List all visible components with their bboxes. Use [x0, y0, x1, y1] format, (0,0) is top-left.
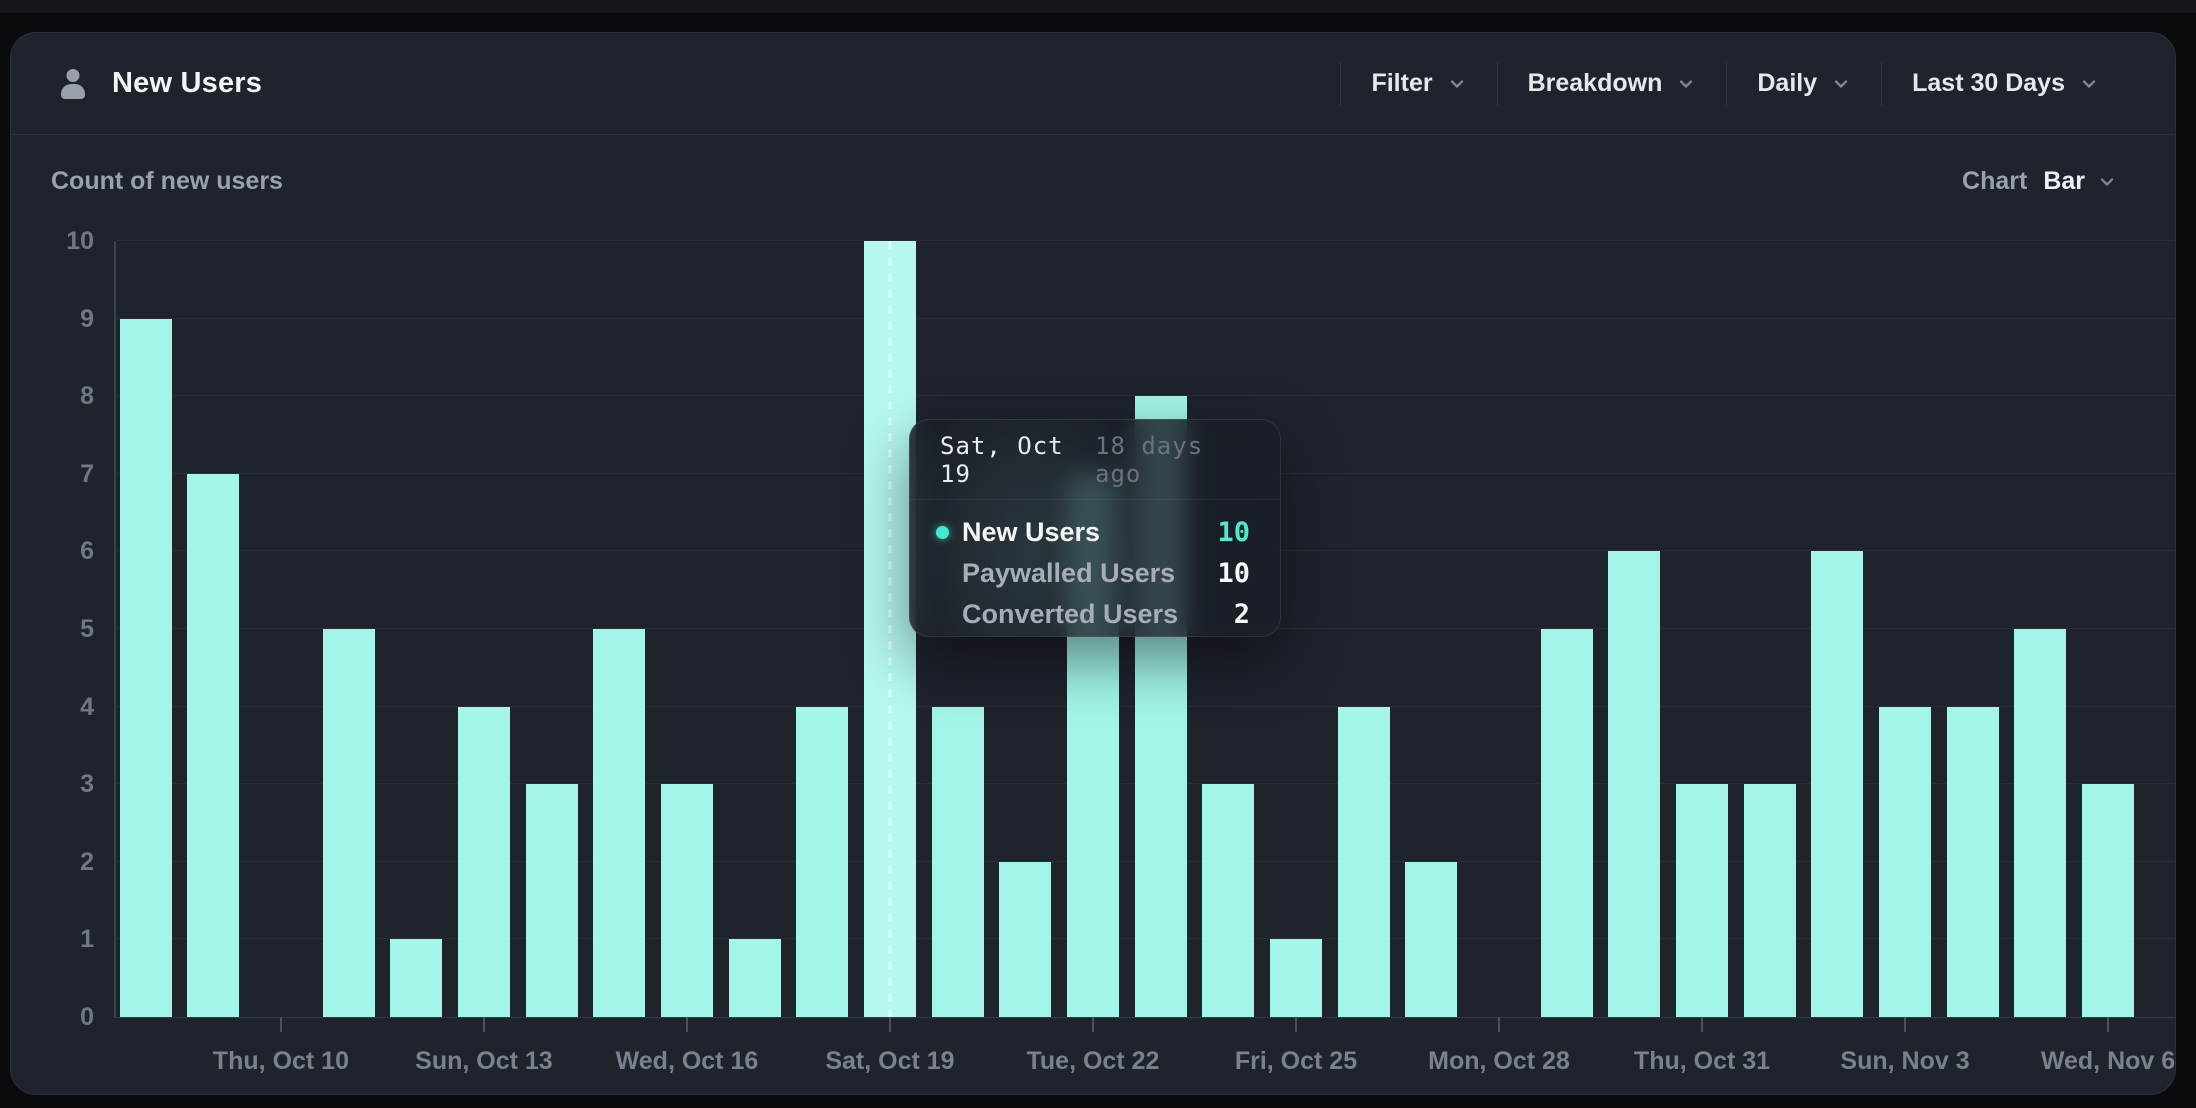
bar-fri-nov-1[interactable] [1744, 784, 1796, 1017]
y-axis-label-7: 7 [16, 460, 94, 488]
header-controls: Filter Breakdown Daily Last 30 Days [1340, 33, 2129, 134]
tooltip-row-new-users: New Users 10 [936, 512, 1250, 553]
bar-sun-oct-27[interactable] [1405, 862, 1457, 1017]
y-axis-label-9: 9 [16, 305, 94, 333]
tooltip-header: Sat, Oct 19 18 days ago [910, 420, 1280, 500]
bar-sun-nov-3[interactable] [1879, 707, 1931, 1017]
tooltip-row-label: Converted Users [962, 599, 1178, 630]
breakdown-dropdown-label: Breakdown [1528, 69, 1663, 98]
x-axis-tick [1295, 1017, 1297, 1032]
series-dot-placeholder [936, 608, 949, 621]
bar-mon-nov-4[interactable] [1947, 707, 1999, 1017]
gridline-y9 [116, 318, 2176, 319]
bar-fri-oct-25[interactable] [1270, 939, 1322, 1017]
bar-mon-oct-14[interactable] [526, 784, 578, 1017]
chevron-down-icon [1831, 74, 1851, 94]
top-strip [0, 0, 2196, 13]
x-axis-label-9: Wed, Nov 6 [1988, 1047, 2176, 1076]
chart-subheader: Count of new users Chart Bar [11, 135, 2175, 196]
bar-tue-oct-29[interactable] [1541, 629, 1593, 1017]
breakdown-dropdown[interactable]: Breakdown [1497, 62, 1727, 106]
x-axis-tick [686, 1017, 688, 1032]
chart-type-value: Bar [2043, 167, 2085, 196]
y-axis-label-0: 0 [16, 1003, 94, 1031]
chart-type-selector[interactable]: Chart Bar [1962, 167, 2117, 196]
bar-sat-nov-2[interactable] [1811, 551, 1863, 1017]
chevron-down-icon [1447, 74, 1467, 94]
y-axis-label-8: 8 [16, 382, 94, 410]
bar-sun-oct-20[interactable] [932, 707, 984, 1017]
tooltip-row-label: New Users [962, 517, 1100, 548]
bar-sat-oct-19[interactable] [864, 241, 916, 1017]
x-axis-tick [2107, 1017, 2109, 1032]
card-header: New Users Filter Breakdown Daily [11, 33, 2175, 135]
series-dot-placeholder [936, 567, 949, 580]
bar-sat-oct-12[interactable] [390, 939, 442, 1017]
filter-dropdown[interactable]: Filter [1340, 62, 1496, 106]
y-axis-label-3: 3 [16, 770, 94, 798]
page-title: New Users [112, 67, 262, 100]
bar-wed-oct-9[interactable] [187, 474, 239, 1017]
bar-tue-oct-15[interactable] [593, 629, 645, 1017]
bar-mon-oct-21[interactable] [999, 862, 1051, 1017]
x-axis-tick [483, 1017, 485, 1032]
bar-thu-oct-17[interactable] [729, 939, 781, 1017]
bar-fri-oct-11[interactable] [323, 629, 375, 1017]
tooltip-row-converted-users: Converted Users 2 [936, 594, 1250, 635]
y-axis-label-5: 5 [16, 615, 94, 643]
bar-wed-nov-6[interactable] [2082, 784, 2134, 1017]
x-axis-tick [1092, 1017, 1094, 1032]
user-icon [56, 67, 90, 101]
y-axis-label-1: 1 [16, 925, 94, 953]
gridline-y10 [116, 240, 2176, 241]
chevron-down-icon [2079, 74, 2099, 94]
y-axis-label-4: 4 [16, 693, 94, 721]
bar-sun-oct-13[interactable] [458, 707, 510, 1017]
bar-tue-oct-8[interactable] [120, 319, 172, 1017]
y-axis-line [114, 241, 116, 1017]
x-axis-tick [889, 1017, 891, 1032]
bar-tue-nov-5[interactable] [2014, 629, 2066, 1017]
tooltip-date: Sat, Oct 19 [940, 432, 1095, 488]
new-users-card: New Users Filter Breakdown Daily [10, 32, 2176, 1095]
tooltip-row-value: 10 [1217, 558, 1250, 589]
tooltip-relative-time: 18 days ago [1095, 432, 1250, 488]
x-axis-tick [1701, 1017, 1703, 1032]
x-axis-tick [280, 1017, 282, 1032]
interval-dropdown-label: Daily [1757, 69, 1817, 98]
chevron-down-icon [1676, 74, 1696, 94]
user-icon-head [67, 69, 80, 82]
bar-wed-oct-30[interactable] [1608, 551, 1660, 1017]
y-axis-label-2: 2 [16, 848, 94, 876]
interval-dropdown[interactable]: Daily [1726, 62, 1881, 106]
user-icon-body [61, 84, 85, 99]
bar-thu-oct-31[interactable] [1676, 784, 1728, 1017]
date-range-dropdown-label: Last 30 Days [1912, 69, 2065, 98]
date-range-dropdown[interactable]: Last 30 Days [1881, 62, 2129, 106]
x-axis-line [114, 1017, 2176, 1018]
y-axis-label-10: 10 [16, 227, 94, 255]
chart-tooltip: Sat, Oct 19 18 days ago New Users 10 Pay… [909, 419, 1281, 637]
tooltip-row-label: Paywalled Users [962, 558, 1175, 589]
bar-fri-oct-18[interactable] [796, 707, 848, 1017]
tooltip-row-value: 10 [1217, 517, 1250, 548]
tooltip-row-paywalled-users: Paywalled Users 10 [936, 553, 1250, 594]
bar-thu-oct-24[interactable] [1202, 784, 1254, 1017]
tooltip-rows: New Users 10 Paywalled Users 10 Converte… [910, 500, 1280, 635]
y-axis-label-6: 6 [16, 537, 94, 565]
bar-wed-oct-16[interactable] [661, 784, 713, 1017]
bar-sat-oct-26[interactable] [1338, 707, 1390, 1017]
x-axis-tick [1904, 1017, 1906, 1032]
chart-subtitle: Count of new users [51, 167, 283, 196]
series-dot-icon [936, 526, 949, 539]
chevron-down-icon [2097, 172, 2117, 192]
x-axis-tick [1498, 1017, 1500, 1032]
chart-type-label: Chart [1962, 167, 2027, 196]
tooltip-row-value: 2 [1234, 599, 1250, 630]
hover-guide-line [888, 241, 891, 1017]
filter-dropdown-label: Filter [1371, 69, 1432, 98]
